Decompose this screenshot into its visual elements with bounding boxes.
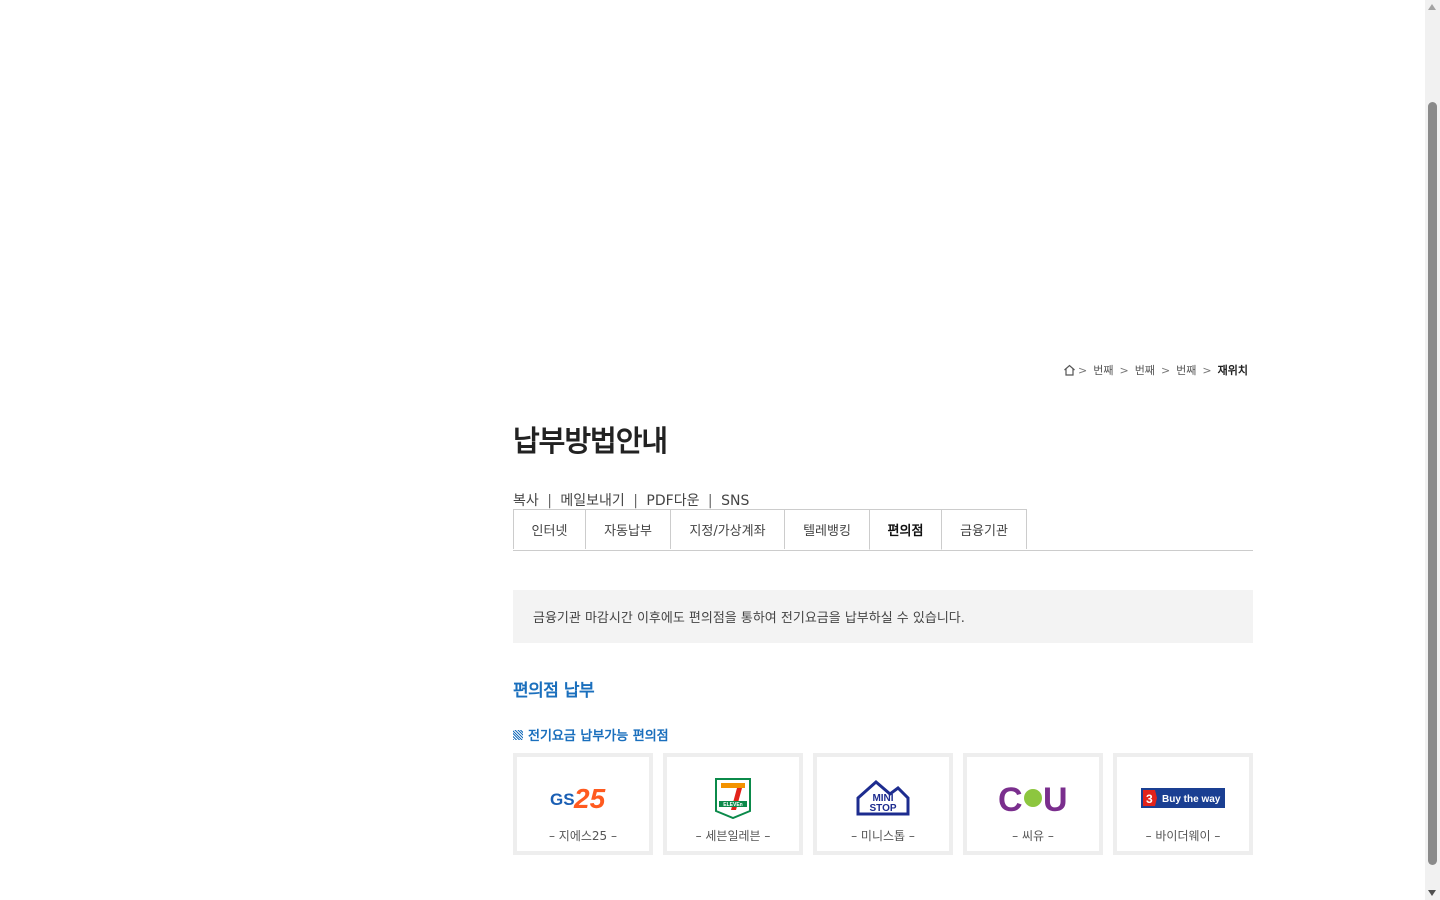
chevron-right-icon: > xyxy=(1202,363,1212,377)
chevron-right-icon: > xyxy=(1160,363,1171,377)
vertical-scrollbar[interactable] xyxy=(1425,0,1440,900)
tab-convenience-store[interactable]: 편의점 xyxy=(869,509,942,550)
tab-virtual-account[interactable]: 지정/가상계좌 xyxy=(670,509,785,549)
chevron-right-icon: > xyxy=(1119,363,1129,377)
payment-method-tabs: 인터넷 자동납부 지정/가상계좌 텔레뱅킹 편의점 금융기관 xyxy=(513,509,1253,551)
breadcrumb-item-2[interactable]: 번째 xyxy=(1135,362,1155,378)
store-name: – 미니스톱 – xyxy=(851,829,915,843)
breadcrumb: > 번째 > 번째 > 번째 > 재위치 xyxy=(1063,362,1252,378)
separator: | xyxy=(547,493,552,509)
cu-logo: C U xyxy=(998,773,1068,823)
page-title: 납부방법안내 xyxy=(513,424,668,458)
tab-auto-payment[interactable]: 자동납부 xyxy=(585,509,671,549)
store-list: GS 25 – 지에스25 – ELEVEn – 세븐일레븐 – MINI ST… xyxy=(513,753,1263,855)
sub-title: 전기요금 납부가능 편의점 xyxy=(513,725,669,744)
section-title: 편의점 납부 xyxy=(513,681,595,701)
sns-link[interactable]: SNS xyxy=(721,493,749,509)
separator: | xyxy=(633,493,638,509)
svg-text:ELEVEn: ELEVEn xyxy=(723,802,742,808)
scroll-down-arrow-icon[interactable] xyxy=(1428,890,1436,896)
scrollbar-thumb[interactable] xyxy=(1428,102,1437,865)
store-name: – 바이더웨이 – xyxy=(1145,829,1221,843)
breadcrumb-current: 재위치 xyxy=(1217,364,1248,377)
store-name: – 세븐일레븐 – xyxy=(695,829,771,843)
7eleven-logo: ELEVEn xyxy=(713,773,753,823)
gs25-logo-text-25: 25 xyxy=(573,783,606,813)
store-name: – 씨유 – xyxy=(1012,829,1054,843)
svg-text:C: C xyxy=(998,781,1023,815)
svg-text:Buy the way: Buy the way xyxy=(1162,794,1221,805)
gs25-logo: GS 25 xyxy=(550,773,616,823)
buytheway-logo: 3 Buy the way xyxy=(1141,773,1225,823)
svg-text:STOP: STOP xyxy=(869,803,896,814)
scroll-up-arrow-icon[interactable] xyxy=(1428,4,1436,10)
email-link[interactable]: 메일보내기 xyxy=(560,493,624,509)
sub-title-text: 전기요금 납부가능 편의점 xyxy=(528,729,669,744)
utility-links: 복사 | 메일보내기 | PDF다운 | SNS xyxy=(513,490,749,510)
store-name: – 지에스25 – xyxy=(548,829,618,843)
store-card-7eleven: ELEVEn – 세븐일레븐 – xyxy=(663,753,803,855)
store-card-buytheway: 3 Buy the way – 바이더웨이 – xyxy=(1113,753,1253,855)
store-card-ministop: MINI STOP – 미니스톱 – xyxy=(813,753,953,855)
tab-internet[interactable]: 인터넷 xyxy=(513,509,586,549)
gs25-logo-text-gs: GS xyxy=(550,790,575,809)
store-card-gs25: GS 25 – 지에스25 – xyxy=(513,753,653,855)
store-card-cu: C U – 씨유 – xyxy=(963,753,1103,855)
bullet-icon xyxy=(513,729,523,740)
notice-box: 금융기관 마감시간 이후에도 편의점을 통하여 전기요금을 납부하실 수 있습니… xyxy=(513,590,1253,643)
tab-telebanking[interactable]: 텔레뱅킹 xyxy=(784,509,870,549)
tab-financial-institution[interactable]: 금융기관 xyxy=(941,509,1027,549)
home-icon[interactable] xyxy=(1063,364,1076,376)
ministop-logo: MINI STOP xyxy=(854,773,912,823)
breadcrumb-item-3[interactable]: 번째 xyxy=(1176,362,1196,378)
pdf-download-link[interactable]: PDF다운 xyxy=(646,493,699,509)
svg-text:U: U xyxy=(1043,781,1068,815)
copy-link[interactable]: 복사 xyxy=(513,493,539,509)
notice-text: 금융기관 마감시간 이후에도 편의점을 통하여 전기요금을 납부하실 수 있습니… xyxy=(533,611,965,626)
breadcrumb-item-1[interactable]: 번째 xyxy=(1093,362,1113,378)
chevron-right-icon: > xyxy=(1078,363,1088,377)
separator: | xyxy=(707,493,713,509)
svg-text:3: 3 xyxy=(1146,792,1153,806)
